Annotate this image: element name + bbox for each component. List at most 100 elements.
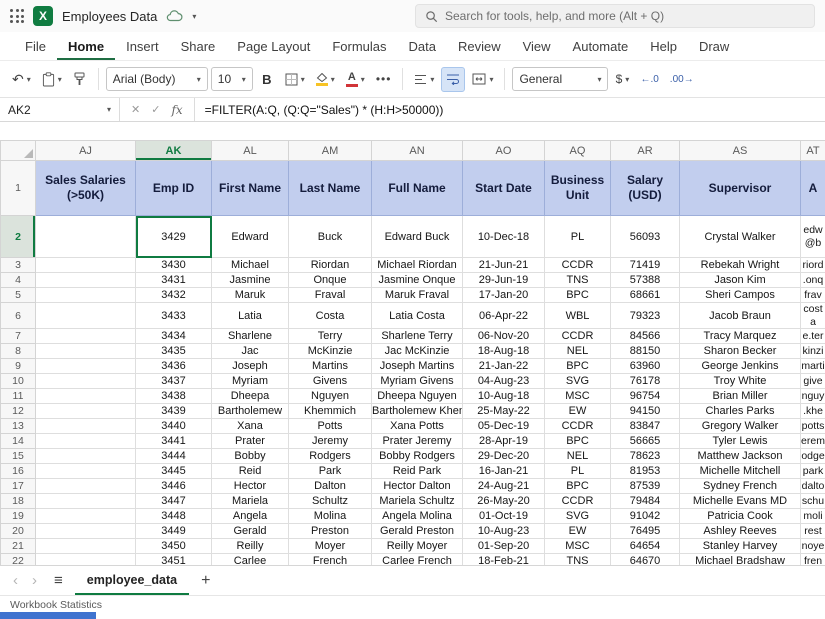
cell-AS6[interactable]: Jacob Braun bbox=[680, 303, 801, 329]
cell-AR18[interactable]: 79484 bbox=[611, 494, 680, 509]
cell-AQ8[interactable]: NEL bbox=[545, 344, 611, 359]
cell-AT21[interactable]: noye bbox=[801, 539, 825, 554]
cell-AT12[interactable]: .khe bbox=[801, 404, 825, 419]
cell-AQ5[interactable]: BPC bbox=[545, 288, 611, 303]
sheet-list-icon[interactable]: ≡ bbox=[46, 572, 71, 589]
cell-AL10[interactable]: Myriam bbox=[212, 374, 289, 389]
cell-AN1[interactable]: Full Name bbox=[372, 161, 463, 216]
cell-AM17[interactable]: Dalton bbox=[289, 479, 372, 494]
cell-AT15[interactable]: odge bbox=[801, 449, 825, 464]
menu-tab-draw[interactable]: Draw bbox=[688, 34, 740, 60]
paste-button[interactable]: ▾ bbox=[38, 67, 66, 92]
cell-AR3[interactable]: 71419 bbox=[611, 258, 680, 273]
column-header-AJ[interactable]: AJ bbox=[36, 141, 136, 161]
cell-AK22[interactable]: 3451 bbox=[136, 554, 212, 565]
cell-AL18[interactable]: Mariela bbox=[212, 494, 289, 509]
row-header-7[interactable]: 7 bbox=[1, 329, 36, 344]
cell-AM13[interactable]: Potts bbox=[289, 419, 372, 434]
column-header-AN[interactable]: AN bbox=[372, 141, 463, 161]
menu-tab-data[interactable]: Data bbox=[398, 34, 447, 60]
row-header-13[interactable]: 13 bbox=[1, 419, 36, 434]
cell-AS1[interactable]: Supervisor bbox=[680, 161, 801, 216]
cell-AJ10[interactable] bbox=[36, 374, 136, 389]
cell-AK20[interactable]: 3449 bbox=[136, 524, 212, 539]
cell-AR21[interactable]: 64654 bbox=[611, 539, 680, 554]
menu-tab-automate[interactable]: Automate bbox=[562, 34, 640, 60]
cell-AO4[interactable]: 29-Jun-19 bbox=[463, 273, 545, 288]
fill-color-button[interactable]: ▾ bbox=[312, 67, 339, 92]
cell-AN9[interactable]: Joseph Martins bbox=[372, 359, 463, 374]
cell-AS2[interactable]: Crystal Walker bbox=[680, 216, 801, 258]
cell-AJ14[interactable] bbox=[36, 434, 136, 449]
cell-AK12[interactable]: 3439 bbox=[136, 404, 212, 419]
row-header-8[interactable]: 8 bbox=[1, 344, 36, 359]
cell-AS19[interactable]: Patricia Cook bbox=[680, 509, 801, 524]
cell-AK15[interactable]: 3444 bbox=[136, 449, 212, 464]
cell-AL1[interactable]: First Name bbox=[212, 161, 289, 216]
menu-tab-page-layout[interactable]: Page Layout bbox=[226, 34, 321, 60]
cell-AT7[interactable]: e.ter bbox=[801, 329, 825, 344]
cell-AL2[interactable]: Edward bbox=[212, 216, 289, 258]
cell-AJ1[interactable]: Sales Salaries (>50K) bbox=[36, 161, 136, 216]
cell-AN6[interactable]: Latia Costa bbox=[372, 303, 463, 329]
cell-AO3[interactable]: 21-Jun-21 bbox=[463, 258, 545, 273]
cell-AK21[interactable]: 3450 bbox=[136, 539, 212, 554]
cell-AM18[interactable]: Schultz bbox=[289, 494, 372, 509]
cell-AQ2[interactable]: PL bbox=[545, 216, 611, 258]
cell-AS8[interactable]: Sharon Becker bbox=[680, 344, 801, 359]
font-color-button[interactable]: A ▾ bbox=[342, 67, 369, 92]
cell-AT5[interactable]: frav bbox=[801, 288, 825, 303]
cell-AK14[interactable]: 3441 bbox=[136, 434, 212, 449]
cell-AL14[interactable]: Prater bbox=[212, 434, 289, 449]
row-header-1[interactable]: 1 bbox=[1, 161, 36, 216]
column-header-AS[interactable]: AS bbox=[680, 141, 801, 161]
cell-AQ10[interactable]: SVG bbox=[545, 374, 611, 389]
cell-AJ21[interactable] bbox=[36, 539, 136, 554]
cell-AN20[interactable]: Gerald Preston bbox=[372, 524, 463, 539]
cell-AR11[interactable]: 96754 bbox=[611, 389, 680, 404]
cell-AJ12[interactable] bbox=[36, 404, 136, 419]
cell-AO21[interactable]: 01-Sep-20 bbox=[463, 539, 545, 554]
cell-AM12[interactable]: Khemmich bbox=[289, 404, 372, 419]
cell-AM4[interactable]: Onque bbox=[289, 273, 372, 288]
cell-AR14[interactable]: 56665 bbox=[611, 434, 680, 449]
insert-function-icon[interactable]: fx bbox=[171, 103, 182, 117]
cell-AL8[interactable]: Jac bbox=[212, 344, 289, 359]
cell-AT9[interactable]: marti bbox=[801, 359, 825, 374]
cell-AO1[interactable]: Start Date bbox=[463, 161, 545, 216]
cell-AK18[interactable]: 3447 bbox=[136, 494, 212, 509]
row-header-3[interactable]: 3 bbox=[1, 258, 36, 273]
confirm-entry-icon[interactable]: ✓ bbox=[151, 103, 160, 116]
format-painter-button[interactable] bbox=[69, 67, 91, 92]
cell-AL12[interactable]: Bartholemew bbox=[212, 404, 289, 419]
cell-AS11[interactable]: Brian Miller bbox=[680, 389, 801, 404]
cell-AM19[interactable]: Molina bbox=[289, 509, 372, 524]
menu-tab-file[interactable]: File bbox=[14, 34, 57, 60]
merge-cells-button[interactable]: ▾ bbox=[468, 67, 497, 92]
menu-tab-home[interactable]: Home bbox=[57, 34, 115, 60]
row-header-4[interactable]: 4 bbox=[1, 273, 36, 288]
cell-AN22[interactable]: Carlee French bbox=[372, 554, 463, 565]
cell-AO22[interactable]: 18-Feb-21 bbox=[463, 554, 545, 565]
cell-AQ21[interactable]: MSC bbox=[545, 539, 611, 554]
cell-AJ16[interactable] bbox=[36, 464, 136, 479]
cell-AJ5[interactable] bbox=[36, 288, 136, 303]
row-header-18[interactable]: 18 bbox=[1, 494, 36, 509]
cell-AQ7[interactable]: CCDR bbox=[545, 329, 611, 344]
cell-AL22[interactable]: Carlee bbox=[212, 554, 289, 565]
cell-AQ1[interactable]: Business Unit bbox=[545, 161, 611, 216]
cell-AL7[interactable]: Sharlene bbox=[212, 329, 289, 344]
sheet-nav-left-icon[interactable]: ‹ bbox=[8, 572, 23, 589]
cell-AM3[interactable]: Riordan bbox=[289, 258, 372, 273]
cell-AM16[interactable]: Park bbox=[289, 464, 372, 479]
menu-tab-review[interactable]: Review bbox=[447, 34, 512, 60]
cell-AO18[interactable]: 26-May-20 bbox=[463, 494, 545, 509]
cell-AK13[interactable]: 3440 bbox=[136, 419, 212, 434]
row-header-6[interactable]: 6 bbox=[1, 303, 36, 329]
sheet-nav-right-icon[interactable]: › bbox=[27, 572, 42, 589]
cell-AR16[interactable]: 81953 bbox=[611, 464, 680, 479]
cell-AT16[interactable]: park bbox=[801, 464, 825, 479]
cell-AL19[interactable]: Angela bbox=[212, 509, 289, 524]
cell-AK8[interactable]: 3435 bbox=[136, 344, 212, 359]
cell-AJ2[interactable] bbox=[36, 216, 136, 258]
